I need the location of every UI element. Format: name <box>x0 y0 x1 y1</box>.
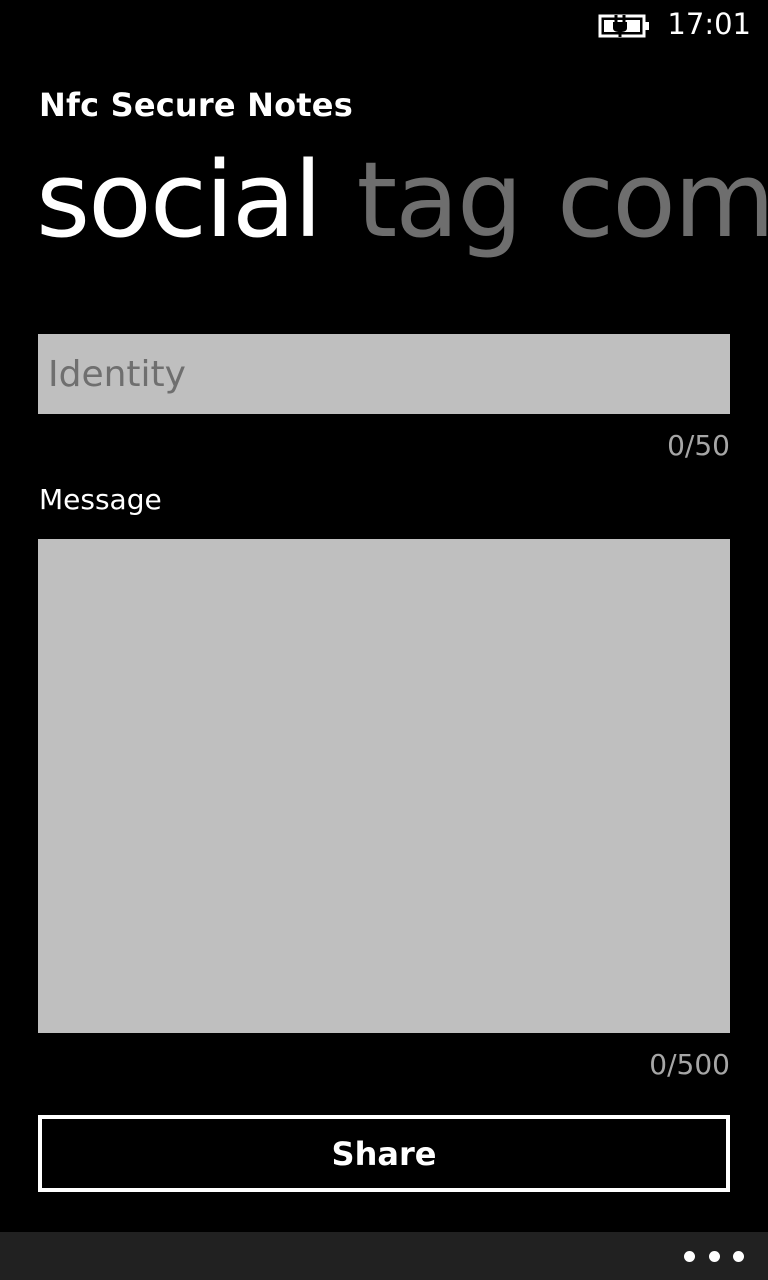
message-label: Message <box>39 483 162 516</box>
ellipsis-icon[interactable] <box>684 1238 744 1274</box>
pivot-header: social tagcomp <box>36 140 768 270</box>
status-bar: 17:01 <box>0 0 768 50</box>
ellipsis-dot <box>708 1250 720 1262</box>
message-textarea[interactable] <box>38 539 730 1033</box>
pivot-tab-comp[interactable]: comp <box>557 140 768 260</box>
app-title: Nfc Secure Notes <box>39 86 353 124</box>
pivot-tab-social[interactable]: social <box>36 140 323 260</box>
identity-input[interactable] <box>38 334 730 414</box>
share-button[interactable]: Share <box>38 1115 730 1192</box>
ellipsis-dot <box>733 1250 744 1262</box>
ellipsis-dot <box>684 1250 695 1262</box>
identity-char-counter: 0/50 <box>667 429 730 462</box>
battery-charging-icon <box>598 14 649 38</box>
status-clock: 17:01 <box>667 7 751 41</box>
app-bar <box>0 1232 768 1280</box>
message-char-counter: 0/500 <box>649 1048 730 1081</box>
pivot-tab-tag[interactable]: tag <box>357 140 524 260</box>
